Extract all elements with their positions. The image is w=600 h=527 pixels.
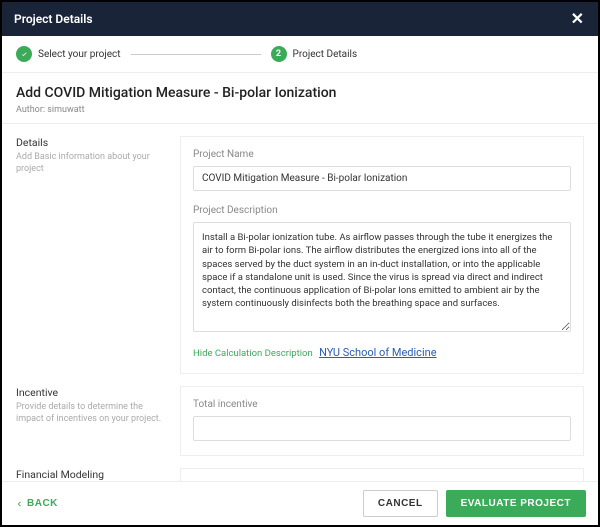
section-financial: Financial Modeling Total Project Cost — [2, 456, 598, 481]
hide-calc-toggle[interactable]: Hide Calculation Description — [193, 348, 313, 359]
section-incentive-hint: Provide details to determine the impact … — [16, 402, 166, 425]
section-details-hint: Add Basic information about your project — [16, 152, 166, 175]
section-incentive-title: Incentive — [16, 386, 166, 399]
page-heading: Add COVID Mitigation Measure - Bi-polar … — [2, 73, 598, 124]
section-details-title: Details — [16, 136, 166, 149]
footer: BACK CANCEL EVALUATE PROJECT — [2, 481, 598, 525]
stepper: Select your project 2 Project Details — [2, 36, 598, 73]
step-2-number: 2 — [271, 46, 287, 62]
evaluate-button[interactable]: EVALUATE PROJECT — [446, 490, 586, 517]
step-1-label: Select your project — [38, 49, 121, 60]
project-desc-label: Project Description — [193, 205, 571, 216]
check-icon — [16, 46, 32, 62]
incentive-label: Total incentive — [193, 399, 571, 410]
project-desc-textarea[interactable] — [193, 222, 571, 332]
section-incentive: Incentive Provide details to determine t… — [2, 374, 598, 456]
cancel-button[interactable]: CANCEL — [363, 490, 438, 517]
section-details: Details Add Basic information about your… — [2, 124, 598, 374]
form-body: Details Add Basic information about your… — [2, 124, 598, 481]
close-icon[interactable]: ✕ — [569, 7, 586, 31]
modal-title: Project Details — [14, 12, 93, 26]
step-1[interactable]: Select your project — [16, 46, 121, 62]
page-title: Add COVID Mitigation Measure - Bi-polar … — [16, 85, 584, 101]
section-financial-title: Financial Modeling — [16, 468, 166, 481]
project-details-modal: Project Details ✕ Select your project 2 … — [2, 2, 598, 525]
incentive-input[interactable] — [193, 416, 571, 441]
titlebar: Project Details ✕ — [2, 2, 598, 36]
step-2: 2 Project Details — [271, 46, 358, 62]
project-name-input[interactable] — [193, 166, 571, 191]
step-connector — [131, 54, 261, 55]
back-button[interactable]: BACK — [14, 498, 58, 509]
nyu-link[interactable]: NYU School of Medicine — [319, 346, 436, 359]
author-label: Author: simuwatt — [16, 105, 584, 115]
chevron-left-icon — [14, 499, 24, 509]
step-2-label: Project Details — [293, 49, 358, 60]
back-label: BACK — [27, 498, 58, 509]
project-name-label: Project Name — [193, 149, 571, 160]
